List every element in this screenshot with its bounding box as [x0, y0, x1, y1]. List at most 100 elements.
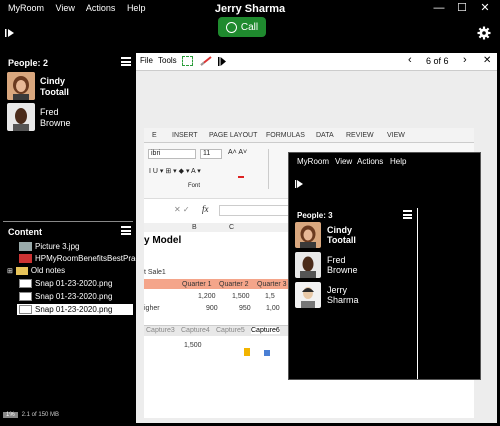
- prev-page-icon[interactable]: ‹: [408, 54, 412, 66]
- page-counter: 6 of 6: [426, 56, 449, 66]
- font-size-box: 11: [200, 149, 222, 159]
- snapshot-icon: [19, 292, 32, 301]
- avatar: [295, 222, 321, 248]
- content-item[interactable]: Picture 3.jpg: [19, 242, 79, 251]
- expand-panel-icon[interactable]: [5, 28, 15, 38]
- formula-input: [219, 205, 289, 216]
- divider: [268, 149, 269, 189]
- expand-panel-icon[interactable]: [218, 57, 226, 66]
- person-last-name: Tootall: [327, 235, 356, 245]
- header-cell: Quarter 3: [257, 281, 287, 288]
- sheet-tab: Capture3: [146, 327, 175, 334]
- snapshot-icon: [19, 305, 32, 314]
- storage-status: 1% 2.1 of 150 MB: [3, 409, 133, 421]
- expand-panel-icon: [295, 180, 303, 188]
- divider: [3, 221, 133, 222]
- image-icon: [19, 242, 32, 251]
- excel-tab: REVIEW: [346, 132, 374, 139]
- table-cell: 1,5: [265, 293, 275, 300]
- phone-icon: [225, 21, 237, 33]
- content-title: Content: [8, 227, 42, 237]
- avatar: [295, 252, 321, 278]
- excel-tab: VIEW: [387, 132, 405, 139]
- people-title: People: 3: [297, 211, 333, 220]
- folder-icon: [15, 266, 28, 275]
- window-title: Jerry Sharma: [214, 3, 286, 15]
- person-item[interactable]: Cindy Tootall: [7, 72, 129, 102]
- sheet-tabs: Capture3 Capture4 Capture5 Capture6: [144, 325, 294, 336]
- pen-icon[interactable]: [200, 56, 212, 66]
- close-viewer-icon[interactable]: ✕: [483, 55, 491, 66]
- person-last-name: Browne: [40, 118, 71, 128]
- excel-ribbon-tabs: E INSERT PAGE LAYOUT FORMULAS DATA REVIE…: [144, 128, 474, 143]
- content-menu-icon[interactable]: [121, 226, 131, 235]
- column-header: B: [192, 224, 197, 231]
- avatar: [7, 103, 35, 131]
- column-header: C: [229, 224, 235, 231]
- sheet-tab: Capture5: [216, 327, 245, 334]
- people-menu-icon: [403, 210, 412, 219]
- sheet-tab: Capture4: [181, 327, 210, 334]
- font-color-swatch: [238, 176, 244, 178]
- fx-icon: fx: [202, 204, 209, 214]
- person-last-name: Browne: [327, 265, 358, 275]
- format-icons: I U ▾ ⊞ ▾ ◆ ▾ A ▾: [149, 168, 201, 175]
- person-first-name: Cindy: [40, 76, 66, 86]
- sale-label: t Sale1: [144, 269, 166, 276]
- person-item[interactable]: Fred Browne: [7, 103, 129, 133]
- nested-myroom-window: MyRoom View Actions Help People: 3 Cindy…: [288, 152, 481, 380]
- menu-file[interactable]: File: [140, 56, 153, 65]
- font-name-box: ibri: [148, 149, 196, 159]
- minimize-button[interactable]: —: [432, 2, 446, 14]
- excel-tab: DATA: [316, 132, 334, 139]
- call-button[interactable]: Call: [218, 17, 266, 37]
- storage-percent: 1%: [3, 412, 18, 418]
- content-viewer: File Tools ‹ 6 of 6 › ✕ E INSERT PAGE LA…: [136, 53, 497, 423]
- content-item[interactable]: HPMyRoomBenefitsBestPrac...: [19, 254, 146, 263]
- chart-axis-label: 1,500: [184, 342, 202, 349]
- row-label: igher: [144, 305, 160, 312]
- close-button[interactable]: ✕: [478, 2, 492, 14]
- next-page-icon[interactable]: ›: [463, 54, 467, 66]
- menu-view: View: [335, 157, 353, 166]
- snapshot-icon: [19, 279, 32, 288]
- snip-icon[interactable]: [182, 56, 193, 66]
- menu-actions: Actions: [357, 157, 384, 166]
- left-panel: People: 2 Cindy Tootall Fred Browne Cont…: [3, 53, 146, 420]
- content-item[interactable]: Snap 01-23-2020.png: [19, 292, 112, 301]
- maximize-button[interactable]: ☐: [455, 2, 469, 14]
- person-last-name: Sharma: [327, 295, 359, 305]
- chart-bar: [264, 350, 270, 356]
- grow-font-icon: A˄ A˅: [228, 149, 248, 156]
- person-first-name: Fred: [40, 107, 59, 117]
- sheet-title: y Model: [144, 235, 182, 246]
- excel-tab: FORMULAS: [266, 132, 305, 139]
- menu-tools[interactable]: Tools: [158, 56, 177, 65]
- table-cell: 1,00: [266, 305, 280, 312]
- avatar: [295, 282, 321, 308]
- nested-left-panel: People: 3 Cindy Tootall Fred Browne Jerr…: [289, 208, 418, 379]
- pdf-icon: [19, 254, 32, 263]
- call-label: Call: [240, 21, 259, 33]
- person-last-name: Tootall: [40, 87, 69, 97]
- content-item[interactable]: ⊞ Old notes: [7, 266, 65, 275]
- avatar: [7, 72, 35, 100]
- table-cell: 1,200: [198, 293, 216, 300]
- gear-icon[interactable]: [477, 26, 491, 40]
- expand-folder-icon[interactable]: ⊞: [7, 267, 13, 275]
- content-item[interactable]: Snap 01-23-2020.png: [19, 279, 112, 288]
- chart-bar: [244, 348, 250, 356]
- excel-tab: INSERT: [172, 132, 198, 139]
- menu-help: Help: [390, 157, 407, 166]
- people-title: People: 2: [8, 58, 49, 68]
- excel-tab: E: [152, 132, 157, 139]
- content-item-selected[interactable]: Snap 01-23-2020.png: [17, 304, 133, 315]
- viewer-toolbar: File Tools ‹ 6 of 6 › ✕: [136, 53, 497, 71]
- menu-myroom: MyRoom: [297, 157, 330, 166]
- table-cell: 900: [206, 305, 218, 312]
- sheet-tab-active: Capture6: [251, 327, 280, 334]
- font-group-label: Font: [188, 183, 201, 189]
- cancel-icon: ✕ ✓: [174, 205, 190, 214]
- table-cell: 950: [239, 305, 251, 312]
- people-menu-icon[interactable]: [121, 57, 131, 66]
